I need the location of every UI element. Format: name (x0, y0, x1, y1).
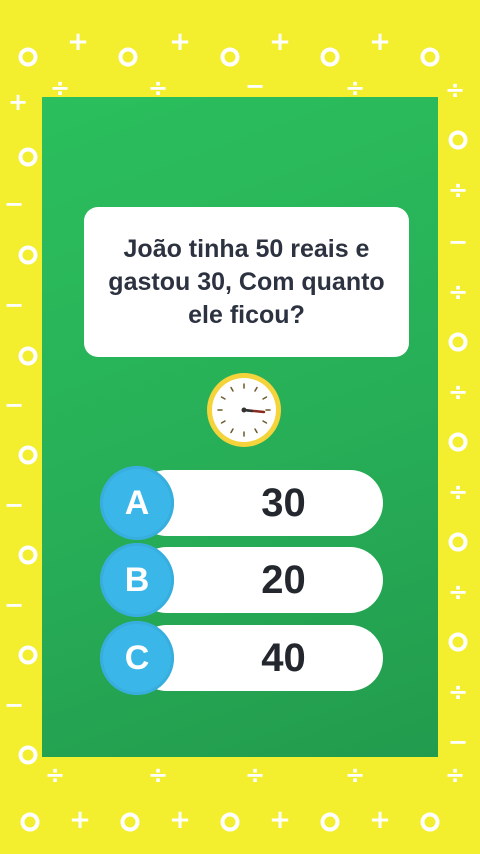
ring-symbol (420, 47, 440, 67)
divide-symbol: ÷ (447, 378, 469, 406)
plus-symbol: + (67, 27, 89, 57)
minus-symbol: − (3, 591, 25, 619)
ring-symbol (220, 47, 240, 67)
minus-symbol: − (3, 491, 25, 519)
ring-symbol (18, 346, 38, 366)
ring-symbol (118, 47, 138, 67)
divide-symbol: ÷ (447, 478, 469, 506)
question-text: João tinha 50 reais e gastou 30, Com qua… (108, 234, 385, 329)
plus-symbol: + (7, 88, 29, 116)
minus-symbol: − (3, 190, 25, 218)
answer-value: 20 (261, 557, 306, 602)
question-card: João tinha 50 reais e gastou 30, Com qua… (84, 207, 409, 357)
divide-symbol: ÷ (344, 761, 366, 789)
clock-icon (207, 373, 281, 447)
divide-symbol: ÷ (444, 761, 466, 789)
answer-letter: B (124, 560, 150, 599)
minus-symbol: − (244, 72, 266, 100)
plus-symbol: + (369, 805, 391, 835)
divide-symbol: ÷ (447, 176, 469, 204)
ring-symbol (448, 632, 468, 652)
plus-symbol: + (69, 805, 91, 835)
answer-option-c[interactable]: 40 C (100, 621, 383, 695)
answer-value: 30 (261, 480, 306, 525)
ring-symbol (18, 545, 38, 565)
answer-value: 40 (261, 635, 306, 680)
answer-letter-badge[interactable]: C (100, 621, 174, 695)
plus-symbol: + (269, 27, 291, 57)
ring-symbol (120, 812, 140, 832)
ring-symbol (320, 47, 340, 67)
divide-symbol: ÷ (447, 278, 469, 306)
ring-symbol (18, 445, 38, 465)
minus-symbol: − (447, 228, 469, 256)
answer-letter: A (124, 483, 150, 522)
divide-symbol: ÷ (444, 76, 466, 104)
divide-symbol: ÷ (147, 761, 169, 789)
answer-letter-badge[interactable]: B (100, 543, 174, 617)
minus-symbol: − (3, 391, 25, 419)
minus-symbol: − (447, 728, 469, 756)
ring-symbol (448, 532, 468, 552)
ring-symbol (18, 745, 38, 765)
ring-symbol (18, 47, 38, 67)
ring-symbol (420, 812, 440, 832)
answer-letter-badge[interactable]: A (100, 466, 174, 540)
minus-symbol: − (3, 691, 25, 719)
ring-symbol (448, 332, 468, 352)
ring-symbol (448, 130, 468, 150)
answer-option-a[interactable]: 30 A (100, 466, 383, 540)
ring-symbol (18, 245, 38, 265)
ring-symbol (18, 147, 38, 167)
plus-symbol: + (169, 27, 191, 57)
clock-hands-icon (217, 383, 271, 437)
divide-symbol: ÷ (244, 761, 266, 789)
divide-symbol: ÷ (447, 678, 469, 706)
ring-symbol (220, 812, 240, 832)
plus-symbol: + (369, 27, 391, 57)
plus-symbol: + (169, 805, 191, 835)
minus-symbol: − (3, 291, 25, 319)
divide-symbol: ÷ (44, 761, 66, 789)
divide-symbol: ÷ (447, 578, 469, 606)
answer-letter: C (124, 638, 150, 677)
ring-symbol (18, 645, 38, 665)
ring-symbol (448, 432, 468, 452)
ring-symbol (320, 812, 340, 832)
answer-option-b[interactable]: 20 B (100, 543, 383, 617)
clock-face (212, 378, 276, 442)
ring-symbol (20, 812, 40, 832)
plus-symbol: + (269, 805, 291, 835)
